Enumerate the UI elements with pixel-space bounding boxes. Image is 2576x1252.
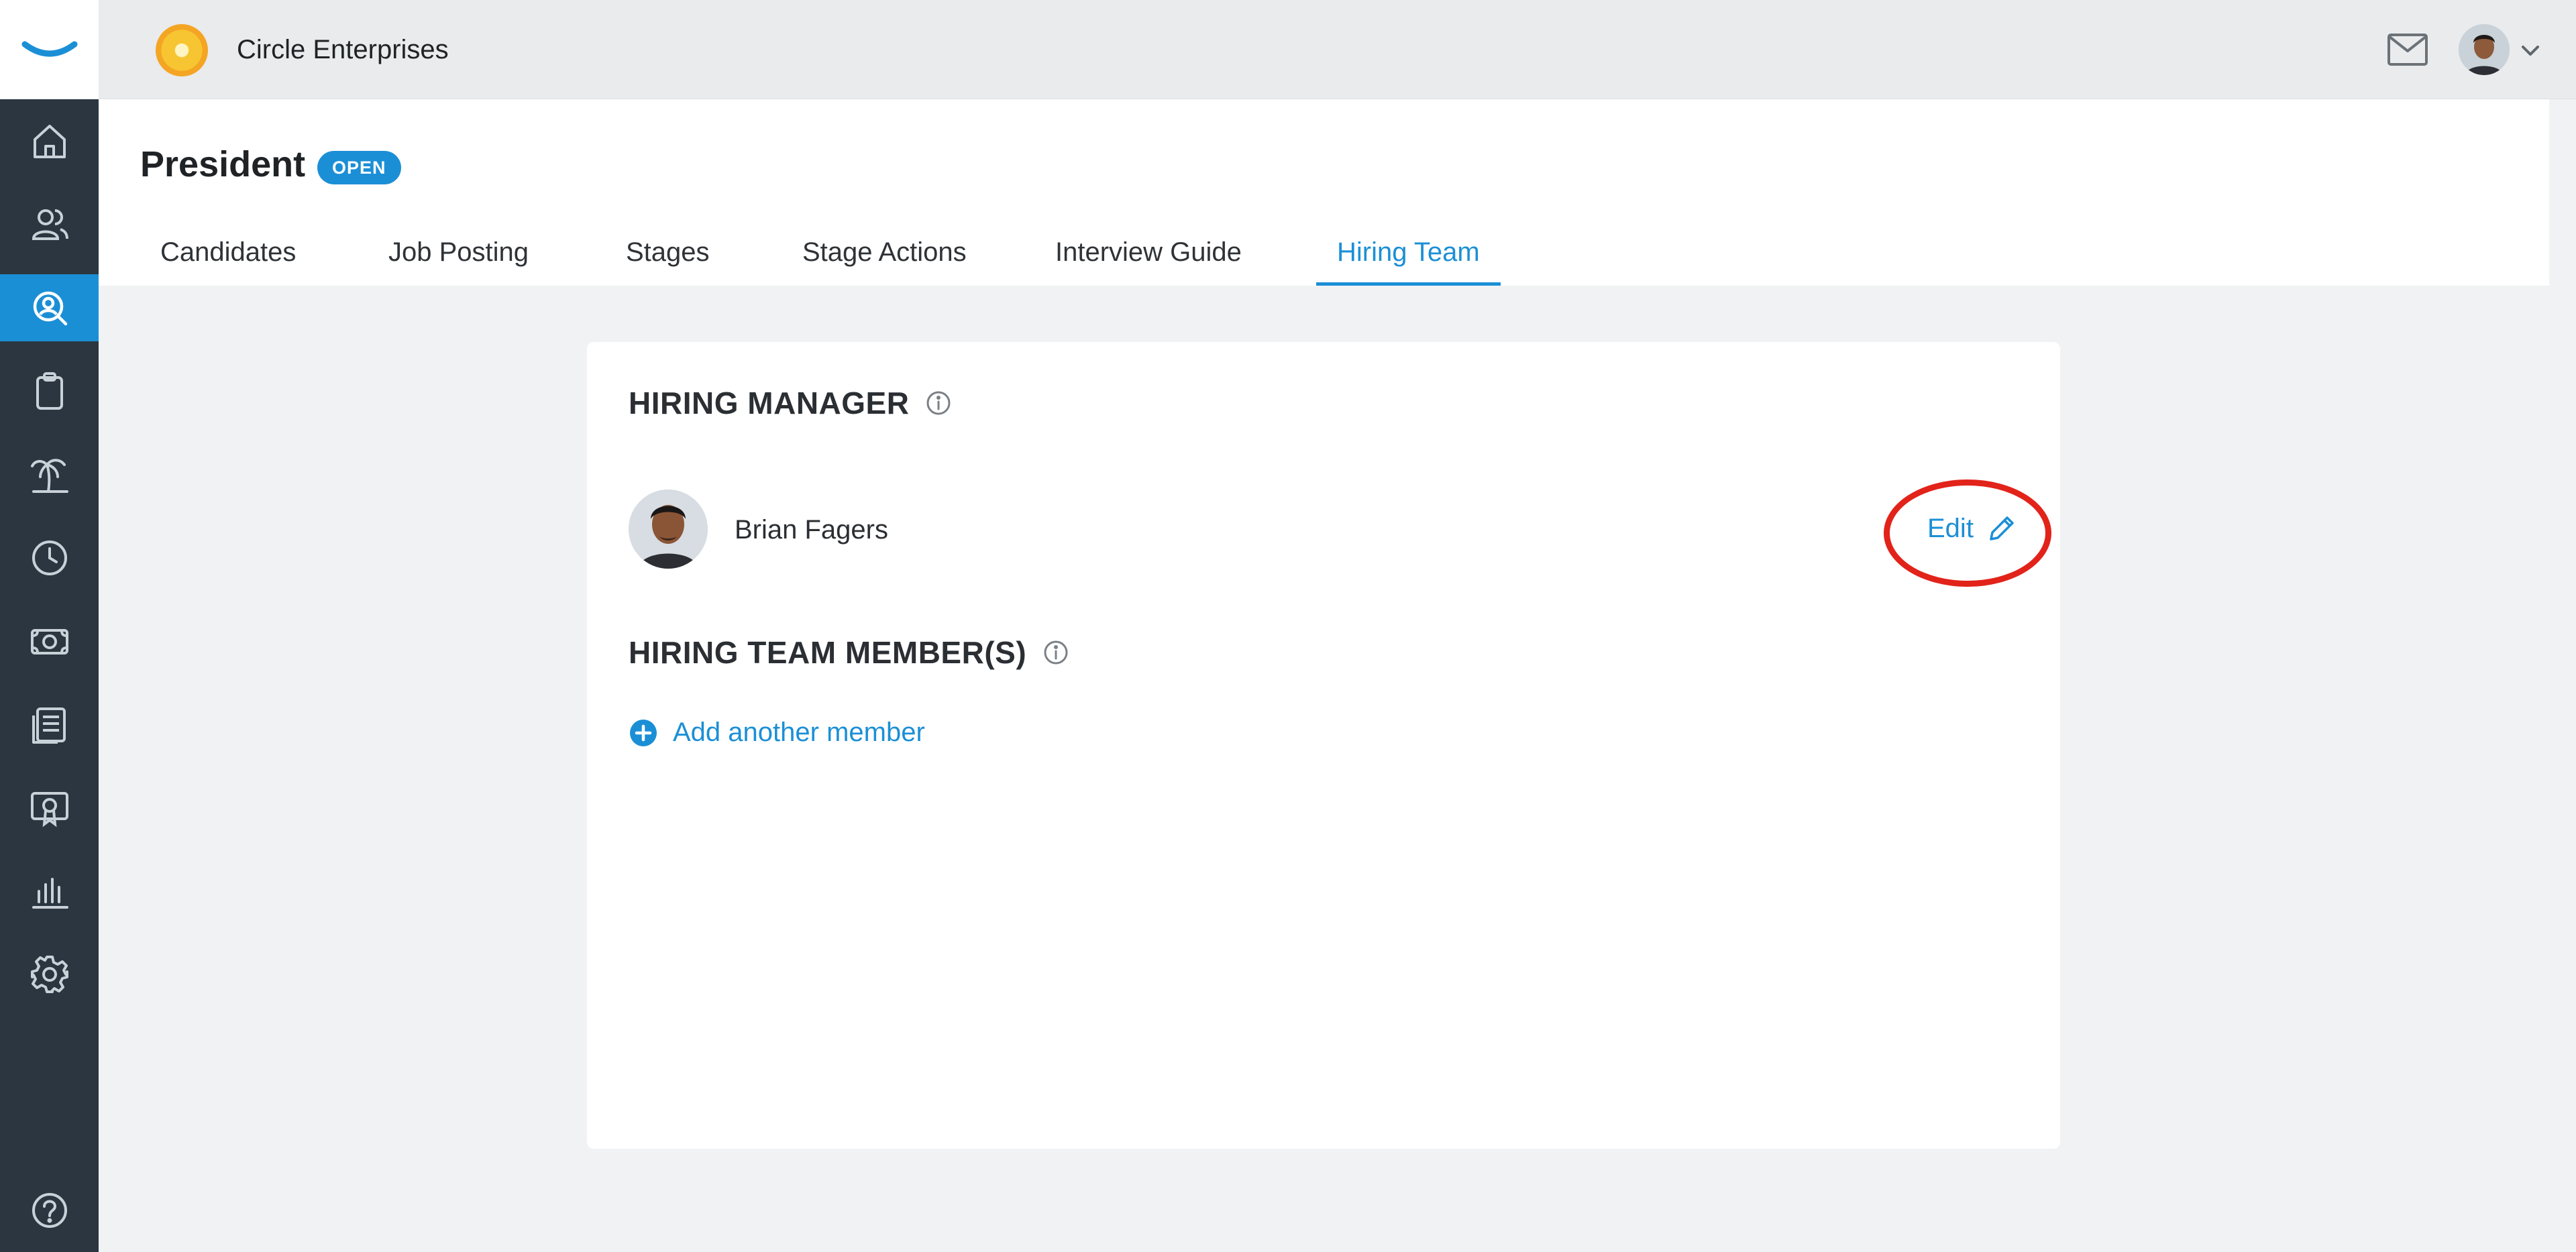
edit-button-label: Edit	[1927, 513, 1974, 543]
nav-home[interactable]	[0, 107, 99, 174]
settings-gear-icon	[30, 956, 68, 993]
nav-tasks[interactable]	[0, 357, 99, 424]
nav-documents[interactable]	[0, 691, 99, 758]
company-logo	[156, 24, 208, 76]
tab-hiring-team[interactable]: Hiring Team	[1316, 237, 1501, 286]
hiring-team-card: HIRING MANAGER Brian Fagers Edit HIRING …	[587, 342, 2060, 1149]
hiring-manager-avatar	[629, 490, 708, 569]
hiring-manager-title: HIRING MANAGER	[629, 386, 910, 420]
edit-hiring-manager-button[interactable]: Edit	[1927, 512, 2018, 545]
page-title: President	[140, 144, 306, 184]
hiring-team-members-heading: HIRING TEAM MEMBER(S)	[629, 634, 1069, 671]
hiring-manager-avatar-icon	[629, 490, 708, 569]
user-avatar-icon	[2459, 24, 2510, 75]
side-navigation	[0, 0, 99, 1252]
hiring-manager-name: Brian Fagers	[735, 515, 888, 545]
pencil-icon	[1990, 516, 2014, 540]
people-icon	[32, 209, 68, 240]
nav-recruiting[interactable]	[0, 274, 99, 341]
add-another-member-button[interactable]: Add another member	[629, 718, 925, 748]
tab-candidates[interactable]: Candidates	[160, 237, 296, 286]
plus-circle-icon	[630, 719, 657, 746]
hiring-team-members-title: HIRING TEAM MEMBER(S)	[629, 635, 1027, 670]
tab-stages[interactable]: Stages	[626, 237, 710, 286]
info-icon[interactable]	[925, 390, 952, 416]
top-bar: Circle Enterprises	[99, 0, 2576, 99]
recruiting-search-icon	[33, 291, 67, 326]
status-badge: OPEN	[317, 151, 401, 184]
documents-icon	[32, 707, 66, 744]
add-another-member-label: Add another member	[673, 718, 925, 747]
clock-icon	[32, 540, 67, 575]
payroll-money-icon	[30, 629, 68, 655]
nav-people[interactable]	[0, 190, 99, 258]
nav-reports[interactable]	[0, 858, 99, 925]
tab-interview-guide[interactable]: Interview Guide	[1055, 237, 1242, 286]
nav-time-off[interactable]	[0, 441, 99, 508]
tab-job-posting[interactable]: Job Posting	[388, 237, 529, 286]
logo-smile-icon	[21, 41, 77, 57]
home-icon	[33, 125, 66, 158]
hiring-manager-heading: HIRING MANAGER	[629, 385, 952, 421]
job-header: President OPEN Candidates Job Posting St…	[99, 99, 2549, 286]
info-icon[interactable]	[1042, 639, 1069, 666]
company-name: Circle Enterprises	[237, 35, 449, 64]
chevron-down-icon[interactable]	[2519, 40, 2542, 60]
nav-help[interactable]	[0, 1177, 99, 1244]
time-off-palm-icon	[30, 459, 68, 493]
nav-time[interactable]	[0, 524, 99, 591]
app-logo[interactable]	[0, 0, 99, 99]
user-avatar[interactable]	[2459, 24, 2510, 75]
clipboard-icon	[36, 372, 63, 410]
tab-stage-actions[interactable]: Stage Actions	[802, 237, 967, 286]
nav-settings[interactable]	[0, 941, 99, 1008]
help-icon	[32, 1193, 67, 1228]
reports-chart-icon	[32, 878, 68, 909]
nav-payroll[interactable]	[0, 608, 99, 675]
certificate-icon	[30, 792, 68, 828]
mail-icon[interactable]	[2386, 31, 2429, 68]
nav-training[interactable]	[0, 775, 99, 842]
